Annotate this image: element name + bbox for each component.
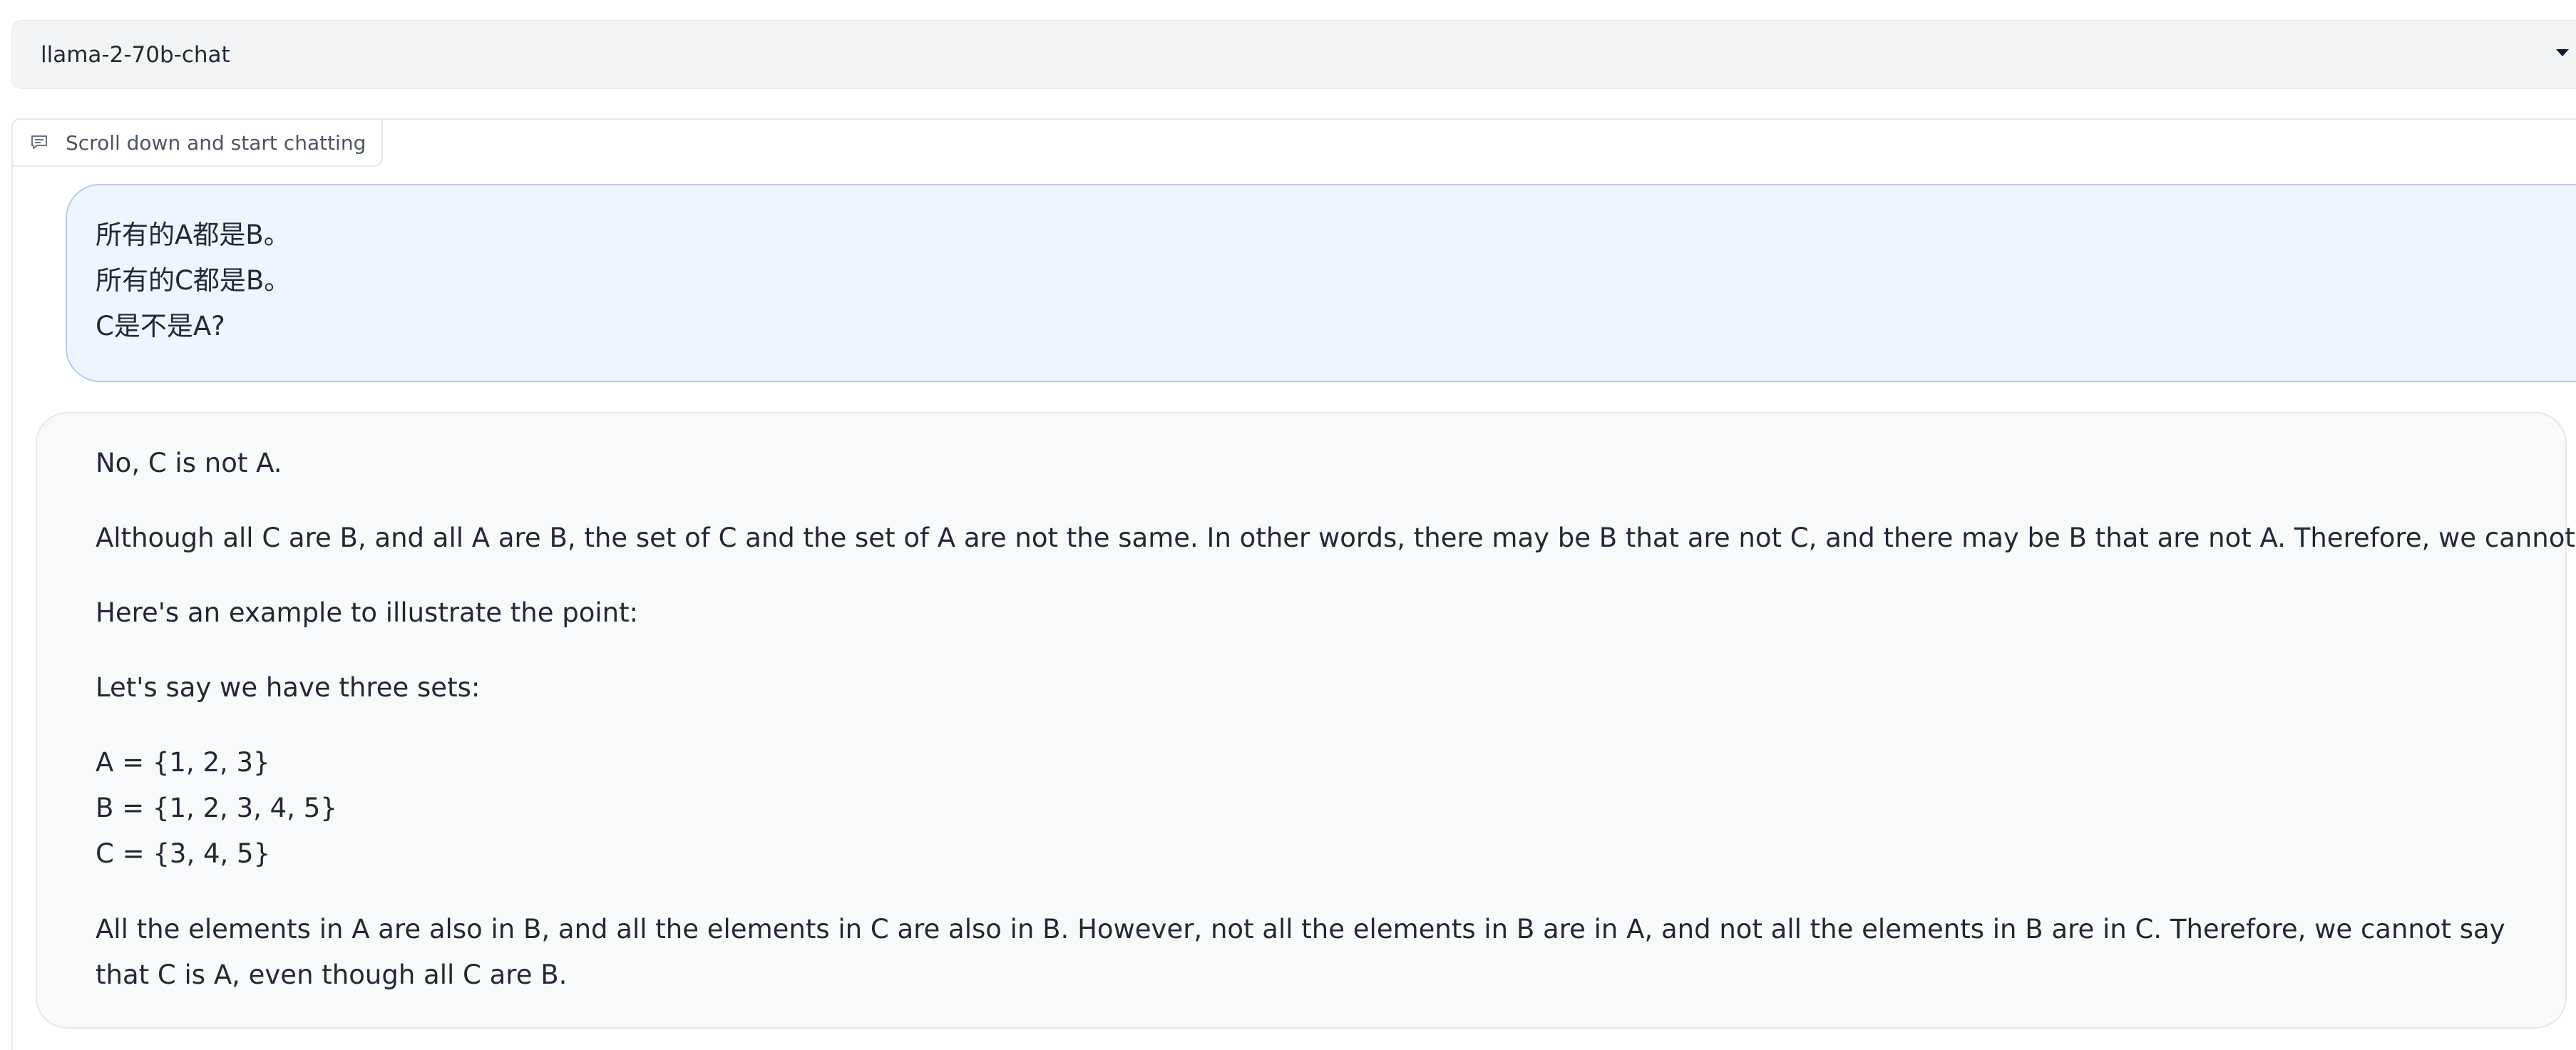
bot-message-paragraph: Let's say we have three sets: — [96, 672, 481, 703]
bot-message-paragraph: Here's an example to illustrate the poin… — [96, 597, 639, 628]
bot-message-paragraph: A = {1, 2, 3} — [96, 747, 270, 778]
bot-message-paragraph: Although all C are B, and all A are B, t… — [96, 523, 2576, 553]
chat-bubble-icon — [30, 134, 48, 151]
model-dropdown-value: llama-2-70b-chat — [41, 41, 230, 68]
bot-message-paragraph: C = {3, 4, 5} — [96, 838, 271, 869]
bot-message: No, C is not A. Although all C are B, an… — [36, 412, 2576, 1029]
user-message-line: 所有的C都是B。 — [96, 265, 291, 296]
user-message-line: 所有的A都是B。 — [96, 220, 290, 250]
chevron-down-icon[interactable] — [2556, 49, 2569, 56]
chatbot-label: Scroll down and start chatting — [13, 120, 384, 167]
bot-message-paragraph: All the elements in A are also in B, and… — [96, 914, 2505, 990]
model-dropdown[interactable]: llama-2-70b-chat — [11, 20, 2576, 89]
user-message-line: C是不是A? — [96, 311, 225, 341]
chatbot-panel[interactable]: Scroll down and start chatting 所有的A都是B。 … — [11, 118, 2576, 1050]
bot-message-paragraph: B = {1, 2, 3, 4, 5} — [96, 793, 337, 823]
user-message: 所有的A都是B。 所有的C都是B。 C是不是A? — [66, 184, 2576, 382]
chatbot-label-text: Scroll down and start chatting — [66, 130, 366, 155]
bot-message-paragraph: No, C is not A. — [96, 448, 282, 478]
chat-app: llama-2-70b-chat Scroll down and start c… — [0, 0, 2576, 1050]
